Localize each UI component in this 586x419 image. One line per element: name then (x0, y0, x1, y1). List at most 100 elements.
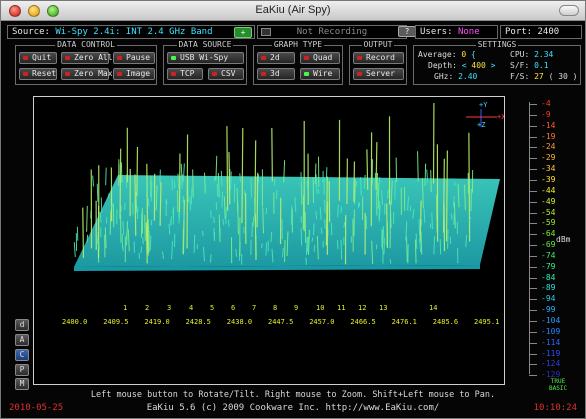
depth-decrease-icon[interactable]: < (462, 61, 467, 70)
spectrum-waterfall-graphic[interactable]: +Y +X +Z 1 2 3 4 5 6 7 8 9 10 11 12 13 14 2400.0 2409.… (34, 97, 505, 385)
signal-spike (265, 242, 268, 256)
add-source-button[interactable]: + (234, 27, 252, 38)
signal-spike (325, 167, 328, 182)
ghz-value[interactable]: 2.40 (458, 72, 477, 81)
ghz-label: GHz: (434, 72, 454, 81)
side-button-d[interactable]: d (15, 319, 29, 331)
server-button[interactable]: Server (353, 68, 404, 80)
graph-3d-button[interactable]: 3d (257, 68, 295, 80)
side-button-p[interactable]: P (15, 364, 29, 376)
signal-spike (105, 167, 107, 186)
fs-value: 27 (534, 72, 544, 81)
side-button-a[interactable]: A (15, 334, 29, 346)
signal-spike (228, 152, 231, 205)
dbm-scale-label: -34 (541, 164, 556, 174)
led-icon (23, 72, 28, 76)
side-button-m[interactable]: M (15, 378, 29, 390)
channel-label: 9 (294, 304, 298, 312)
signal-spike (187, 198, 190, 203)
signal-spike (313, 223, 315, 236)
image-button[interactable]: Image (113, 68, 155, 80)
signal-spike (430, 170, 432, 192)
output-title: OUTPUT (361, 40, 395, 49)
port-box: Port: 2400 (500, 25, 582, 39)
frequency-label: 2466.5 (350, 318, 375, 326)
signal-spike (111, 204, 113, 209)
axis-z-label: +Z (477, 121, 485, 129)
signal-spike (261, 243, 263, 249)
dbm-scale-tick (529, 212, 537, 214)
dbm-scale-tick (529, 125, 537, 127)
signal-spike (418, 219, 421, 236)
source-box[interactable]: Source: Wi-Spy 2.4i: INT 2.4 GHz Band + (7, 25, 255, 39)
signal-spike (112, 203, 115, 228)
dbm-scale-label: -24 (541, 142, 556, 152)
signal-spike (119, 148, 122, 219)
dbm-scale-tick (529, 375, 537, 377)
record-button[interactable]: Record (353, 52, 404, 64)
signal-spike (181, 174, 184, 189)
graph-wire-button[interactable]: Wire (300, 68, 340, 80)
led-icon (171, 56, 176, 60)
graph-type-group: GRAPH TYPE 2d Quad 3d Wire (253, 40, 343, 85)
zero-max-button[interactable]: Zero Max (61, 68, 113, 80)
toolbar-toggle-button[interactable] (559, 5, 579, 16)
signal-spike (213, 216, 215, 224)
source-value: Wi-Spy 2.4i: INT 2.4 GHz Band (55, 27, 213, 37)
graph-quad-button[interactable]: Quad (300, 52, 340, 64)
footer-clock: 10:10:24 (533, 403, 577, 413)
graph-2d-button[interactable]: 2d (257, 52, 295, 64)
dbm-scale-label: -14 (541, 120, 556, 130)
led-icon (357, 56, 362, 60)
pause-button[interactable]: Pause (113, 52, 155, 64)
settings-group: SETTINGS Average: 0 { CPU: 2.34 Depth: <… (413, 40, 581, 85)
average-value[interactable]: 0 (461, 50, 466, 59)
depth-increase-icon[interactable]: > (491, 61, 496, 70)
average-stepper-icon[interactable]: { (471, 50, 476, 59)
led-icon (23, 56, 28, 60)
footer-copyright: EaKiu 5.6 (c) 2009 Cookware Inc. http://… (146, 403, 440, 413)
channel-label: 7 (252, 304, 256, 312)
csv-button[interactable]: CSV (208, 68, 244, 80)
dbm-scale-tick (529, 179, 537, 181)
signal-spike (386, 203, 389, 248)
record-indicator-icon (261, 28, 271, 36)
axes-indicator-icon: +Y +X +Z (466, 101, 504, 129)
signal-spike (230, 171, 232, 191)
dbm-scale-bar (529, 102, 535, 374)
depth-value[interactable]: 400 (471, 61, 485, 70)
channel-label: 13 (379, 304, 387, 312)
signal-spike (73, 242, 76, 258)
signal-spike (387, 189, 389, 195)
dbm-scale-label: -19 (541, 131, 556, 141)
signal-spike (424, 163, 427, 186)
signal-spike (140, 213, 143, 238)
users-label: Users: (420, 27, 453, 37)
spectrum-3d-view[interactable]: +Y +X +Z 1 2 3 4 5 6 7 8 9 10 11 12 13 14 2400.0 2409.… (33, 96, 505, 385)
dbm-scale-tick (529, 114, 537, 116)
usb-wi-spy-button[interactable]: USB Wi-Spy (167, 52, 244, 64)
users-box: Users: None (415, 25, 498, 39)
dbm-scale-tick (529, 223, 537, 225)
record-label: Record (366, 53, 395, 62)
reset-button[interactable]: Reset (19, 68, 57, 80)
port-label: Port: (505, 27, 533, 37)
side-button-c[interactable]: C (15, 349, 29, 361)
tcp-button[interactable]: TCP (167, 68, 203, 80)
dbm-unit-label: dBm (556, 235, 571, 244)
signal-spike (353, 161, 356, 202)
depth-label: Depth: (428, 61, 457, 70)
port-value: 2400 (537, 27, 560, 37)
help-button[interactable]: ? (398, 26, 416, 37)
dbm-scale-tick (529, 288, 537, 290)
dbm-scale-tick (529, 201, 537, 203)
dbm-scale-tick (529, 277, 537, 279)
signal-spike (92, 175, 95, 187)
signal-spike (237, 202, 239, 235)
usb-wi-spy-label: USB Wi-Spy (180, 53, 229, 62)
graph-3d-label: 3d (270, 69, 280, 78)
signal-spike (226, 126, 229, 211)
quit-button[interactable]: Quit (19, 52, 57, 64)
zero-all-button[interactable]: Zero All (61, 52, 113, 64)
dbm-scale-tick (529, 342, 537, 344)
